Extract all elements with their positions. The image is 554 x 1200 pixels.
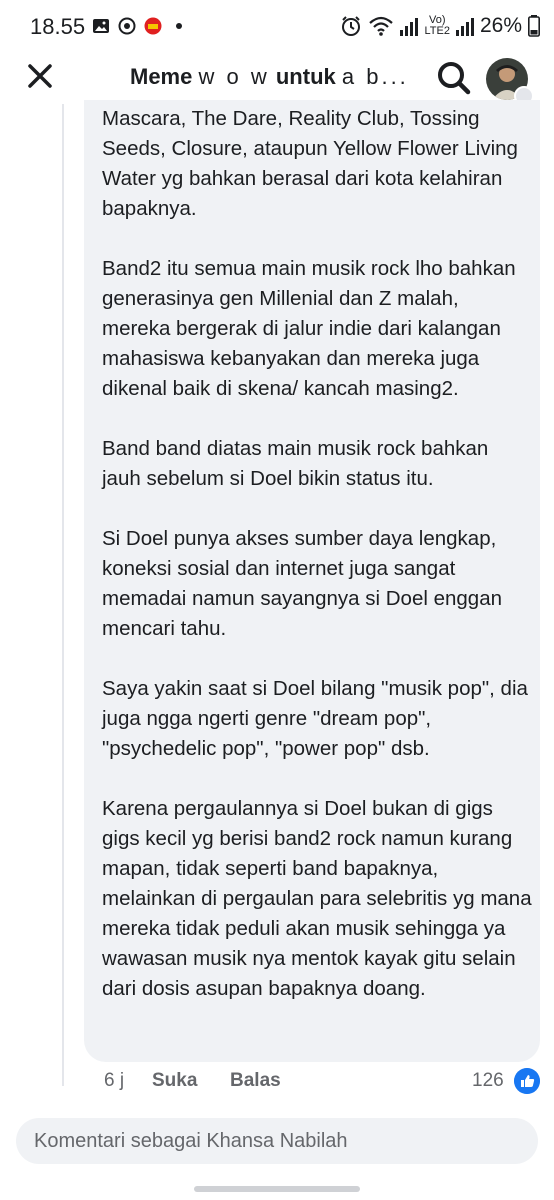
status-time: 18.55 — [30, 14, 86, 39]
comment-paragraph: Mascara, The Dare, Reality Club, Tossing… — [102, 107, 518, 220]
comment-paragraph: Karena pergaulannya si Doel bukan di gig… — [102, 797, 532, 1000]
comment-composer[interactable] — [16, 1118, 538, 1164]
comment-input[interactable] — [16, 1118, 538, 1164]
thread-line — [62, 104, 64, 1086]
close-icon[interactable] — [22, 58, 58, 94]
signal-icon-2 — [455, 18, 474, 36]
page-title: Meme w o w untuk a b... — [130, 64, 409, 89]
battery-text: 26% — [479, 14, 522, 37]
reaction-count[interactable]: 126 — [472, 1070, 504, 1092]
battery-icon — [528, 15, 540, 37]
reply-button[interactable]: Balas — [230, 1070, 281, 1092]
comment-paragraph: Band2 itu semua main musik rock lho bahk… — [102, 257, 516, 400]
comment-text: Mascara, The Dare, Reality Club, Tossing… — [102, 104, 532, 1034]
comment-paragraph: Band band diatas main musik rock bahkan … — [102, 437, 489, 490]
cast-icon — [118, 17, 136, 35]
signal-icon — [400, 18, 419, 36]
status-right-icons: Vo) LTE2 26% — [340, 14, 540, 38]
like-button[interactable]: Suka — [152, 1070, 197, 1092]
comment-actions: 6 j Suka Balas 126 — [84, 1068, 544, 1098]
dot-icon — [176, 23, 182, 29]
comment-paragraph: Saya yakin saat si Doel bilang "musik po… — [102, 677, 528, 760]
comment-time[interactable]: 6 j — [104, 1070, 124, 1092]
status-notification-icons — [92, 17, 188, 35]
like-icon[interactable] — [514, 1068, 540, 1094]
gallery-icon — [93, 19, 109, 33]
top-header: Meme w o w untuk a b... — [0, 52, 554, 106]
alarm-icon — [342, 16, 361, 36]
status-bar: 18.55 Vo) LTE2 26% — [0, 0, 554, 52]
comment-paragraph: Si Doel punya akses sumber daya lengkap,… — [102, 527, 503, 640]
wifi-icon — [369, 16, 394, 36]
network-label: Vo) LTE2 — [424, 14, 450, 37]
home-indicator[interactable] — [194, 1186, 360, 1192]
search-icon[interactable] — [434, 58, 474, 98]
app-notification-icon — [144, 17, 162, 35]
